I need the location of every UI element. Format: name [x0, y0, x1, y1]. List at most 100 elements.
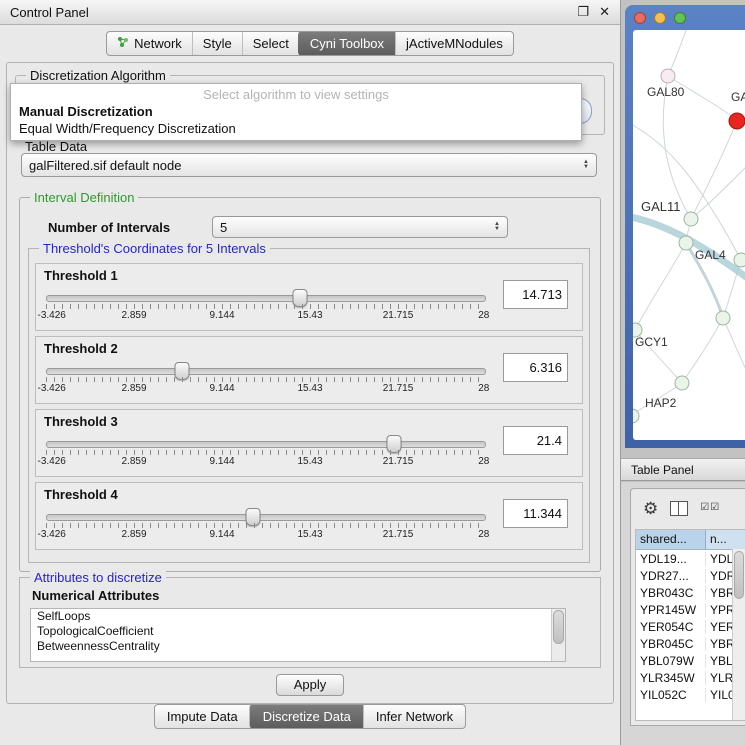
threshold-3-panel: Threshold 3 -3.426 2.859 9.144 15.43: [35, 409, 583, 477]
column-header-name[interactable]: n...: [706, 530, 745, 549]
node-label-partial[interactable]: GA: [731, 90, 745, 104]
dropdown-option-manual-discretization[interactable]: Manual Discretization: [11, 103, 581, 120]
table-row[interactable]: YBR043CYBR0: [636, 584, 745, 601]
scale-label: -3.426: [37, 383, 65, 394]
minimize-traffic-light-icon[interactable]: [654, 12, 666, 24]
tab-discretize-data[interactable]: Discretize Data: [249, 704, 364, 729]
slider-ticks: [46, 377, 486, 382]
group-title: Discretization Algorithm: [26, 68, 170, 83]
table-row[interactable]: YPR145WYPR1: [636, 601, 745, 618]
scale-label: 9.144: [209, 456, 234, 467]
node-label-hap2[interactable]: HAP2: [645, 396, 676, 410]
gear-icon[interactable]: ⚙: [643, 500, 658, 517]
slider-track[interactable]: [46, 295, 486, 302]
attributes-scrollbar[interactable]: [551, 609, 565, 661]
spinner-icon: ▲▼: [488, 222, 500, 232]
slider-scale: -3.426 2.859 9.144 15.43 21.715 28: [46, 383, 486, 395]
dropdown-hint: Select algorithm to view settings: [11, 84, 581, 103]
slider-track[interactable]: [46, 514, 486, 521]
list-item[interactable]: TopologicalCoefficient: [31, 624, 565, 639]
table-row[interactable]: YBL079WYBL0: [636, 652, 745, 669]
slider-scale: -3.426 2.859 9.144 15.43 21.715 28: [46, 456, 486, 468]
interval-definition-group: Interval Definition Number of Intervals …: [19, 197, 601, 572]
network-canvas[interactable]: GAL80 GA GAL11 GAL4 GCY1 HAP2: [633, 30, 745, 440]
table-header-row: shared... n...: [636, 530, 745, 550]
table-data-select[interactable]: galFiltered.sif default node ▲▼: [21, 153, 597, 177]
threshold-panels: Threshold 1 -3.426 2.859 9.144 15.43: [35, 263, 583, 550]
scale-label: 15.43: [297, 529, 322, 540]
cell: YER054C: [636, 620, 706, 634]
table-panel-header: Table Panel: [621, 458, 745, 481]
tab-jactivemnodules[interactable]: jActiveMNodules: [395, 32, 513, 55]
table-scrollbar[interactable]: [732, 549, 745, 720]
threshold-label: Threshold 2: [44, 341, 118, 356]
control-panel-titlebar: Control Panel ❐ ✕: [0, 0, 620, 25]
table-row[interactable]: YER054CYER0: [636, 618, 745, 635]
scale-label: 21.715: [383, 383, 414, 394]
node-label-gcy1[interactable]: GCY1: [635, 335, 668, 349]
tab-style[interactable]: Style: [192, 32, 242, 55]
dropdown-option-equal-width-frequency[interactable]: Equal Width/Frequency Discretization: [11, 120, 581, 137]
tab-impute-data[interactable]: Impute Data: [155, 705, 250, 728]
list-item[interactable]: SelfLoops: [31, 609, 565, 624]
node-label-gal4[interactable]: GAL4: [695, 248, 726, 262]
threshold-4-slider[interactable]: -3.426 2.859 9.144 15.43 21.715 28: [46, 507, 486, 543]
scale-label: 21.715: [383, 456, 414, 467]
attributes-list: SelfLoops TopologicalCoefficient Between…: [30, 608, 566, 662]
top-tabbar: Network Style Select Cyni Toolbox jActiv…: [0, 25, 620, 61]
tab-label: Cyni Toolbox: [310, 36, 384, 51]
num-intervals-select[interactable]: 5 ▲▼: [212, 216, 508, 238]
scrollbar-thumb[interactable]: [734, 551, 744, 599]
threshold-2-value-field[interactable]: 6.316: [503, 353, 568, 382]
cell: YLR345W: [636, 671, 706, 685]
table-panel-title: Table Panel: [631, 463, 694, 477]
scale-label: -3.426: [37, 456, 65, 467]
traffic-lights: [634, 12, 686, 24]
table-row[interactable]: YLR345WYLR3: [636, 669, 745, 686]
slider-scale: -3.426 2.859 9.144 15.43 21.715 28: [46, 529, 486, 541]
apply-button[interactable]: Apply: [276, 674, 344, 696]
threshold-4-value-field[interactable]: 11.344: [503, 499, 568, 528]
slider-track[interactable]: [46, 368, 486, 375]
scrollbar-thumb[interactable]: [553, 610, 564, 644]
threshold-1-slider[interactable]: -3.426 2.859 9.144 15.43 21.715 28: [46, 288, 486, 324]
zoom-traffic-light-icon[interactable]: [674, 12, 686, 24]
node-label-gal80[interactable]: GAL80: [647, 85, 684, 99]
threshold-1-value-field[interactable]: 14.713: [503, 280, 568, 309]
table-row[interactable]: YBR045CYBR0: [636, 635, 745, 652]
control-panel-window: Control Panel ❐ ✕ Network Style Select C…: [0, 0, 621, 745]
close-traffic-light-icon[interactable]: [634, 12, 646, 24]
slider-track[interactable]: [46, 441, 486, 448]
node-label-gal11[interactable]: GAL11: [641, 199, 681, 214]
table-row[interactable]: YIL052CYIL0: [636, 686, 745, 703]
tab-select[interactable]: Select: [242, 32, 299, 55]
threshold-4-panel: Threshold 4 -3.426 2.859 9.144 15.43: [35, 482, 583, 550]
threshold-3-value-field[interactable]: 21.4: [503, 426, 568, 455]
table-row[interactable]: YDR27...YDR2: [636, 567, 745, 584]
threshold-2-panel: Threshold 2 -3.426 2.859 9.144 15.43: [35, 336, 583, 404]
cell: YDL19...: [636, 552, 706, 566]
slider-ticks: [46, 304, 486, 309]
float-window-icon[interactable]: ❐: [577, 4, 589, 20]
tab-network[interactable]: Network: [107, 32, 192, 55]
scale-label: -3.426: [37, 529, 65, 540]
slider-ticks: [46, 450, 486, 455]
cell: YPR145W: [636, 603, 706, 617]
scale-label: 9.144: [209, 383, 234, 394]
table-row[interactable]: YDL19...YDL1: [636, 550, 745, 567]
close-icon[interactable]: ✕: [599, 4, 610, 20]
scale-label: 15.43: [297, 310, 322, 321]
group-title: Interval Definition: [30, 190, 138, 205]
group-title: Attributes to discretize: [30, 570, 166, 585]
columns-icon[interactable]: [670, 501, 688, 516]
threshold-3-slider[interactable]: -3.426 2.859 9.144 15.43 21.715 28: [46, 434, 486, 470]
scale-label: 15.43: [297, 383, 322, 394]
column-header-shared[interactable]: shared...: [636, 530, 706, 549]
scale-label: 21.715: [383, 310, 414, 321]
threshold-2-slider[interactable]: -3.426 2.859 9.144 15.43 21.715 28: [46, 361, 486, 397]
select-columns-icon[interactable]: ☑☑: [700, 503, 720, 513]
tab-infer-network[interactable]: Infer Network: [363, 705, 465, 728]
group-title: Threshold's Coordinates for 5 Intervals: [39, 241, 270, 256]
tab-cyni-toolbox[interactable]: Cyni Toolbox: [298, 31, 396, 56]
list-item[interactable]: BetweennessCentrality: [31, 639, 565, 654]
